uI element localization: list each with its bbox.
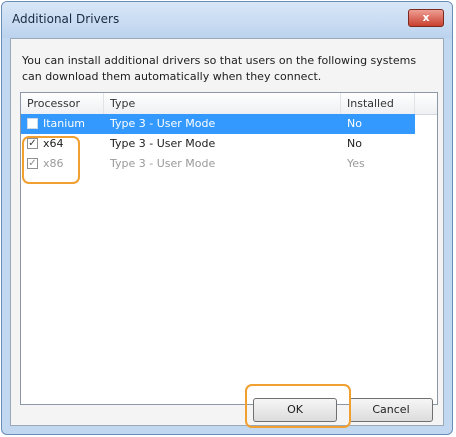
dialog-title: Additional Drivers xyxy=(12,12,120,26)
checkbox-x64[interactable]: ✓ xyxy=(27,138,38,149)
driver-row-itanium[interactable]: Itanium Type 3 - User Mode No xyxy=(21,114,415,134)
type-cell: Type 3 - User Mode xyxy=(110,157,216,170)
list-header: Processor Type Installed xyxy=(21,93,437,115)
installed-cell: Yes xyxy=(347,157,365,170)
close-button[interactable]: x xyxy=(408,9,444,27)
processor-cell: x64 xyxy=(43,137,64,150)
ok-button[interactable]: OK xyxy=(253,398,337,422)
column-header-processor[interactable]: Processor xyxy=(21,93,104,114)
description-text: You can install additional drivers so th… xyxy=(22,54,417,83)
driver-row-x86[interactable]: ✓ x86 Type 3 - User Mode Yes xyxy=(21,154,415,174)
additional-drivers-dialog: Additional Drivers x You can install add… xyxy=(1,1,453,435)
type-cell: Type 3 - User Mode xyxy=(110,117,216,130)
close-icon: x xyxy=(422,11,430,24)
dialog-body: You can install additional drivers so th… xyxy=(10,38,444,426)
column-header-installed[interactable]: Installed xyxy=(341,93,415,114)
installed-cell: No xyxy=(347,137,362,150)
header-filler xyxy=(415,93,437,114)
installed-cell: No xyxy=(347,117,362,130)
cancel-button[interactable]: Cancel xyxy=(349,398,433,422)
checkbox-x86[interactable]: ✓ xyxy=(27,158,38,169)
checkmark-icon: ✓ xyxy=(28,158,37,169)
column-header-type[interactable]: Type xyxy=(104,93,341,114)
checkmark-icon: ✓ xyxy=(28,138,37,149)
drivers-list[interactable]: Processor Type Installed Itanium Type 3 … xyxy=(20,92,438,405)
type-cell: Type 3 - User Mode xyxy=(110,137,216,150)
title-bar[interactable]: Additional Drivers x xyxy=(2,2,452,38)
processor-cell: Itanium xyxy=(43,117,86,130)
driver-row-x64[interactable]: ✓ x64 Type 3 - User Mode No xyxy=(21,134,415,154)
processor-cell: x86 xyxy=(43,157,64,170)
checkbox-itanium[interactable] xyxy=(27,118,38,129)
